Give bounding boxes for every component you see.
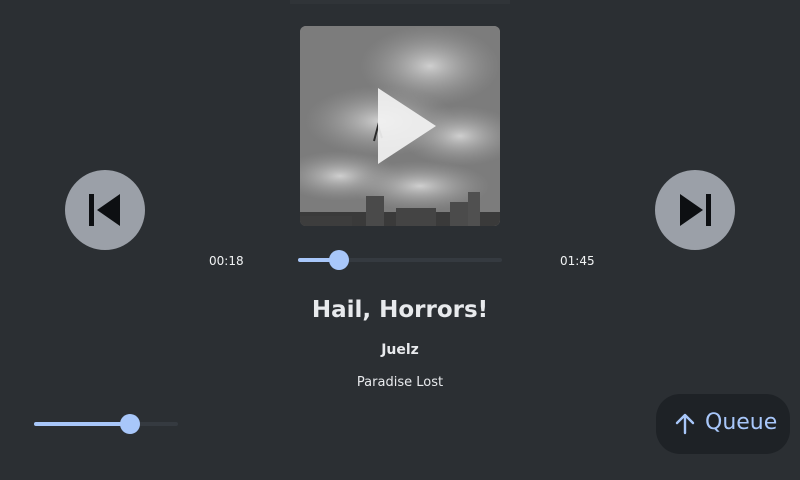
volume-slider[interactable] bbox=[34, 414, 178, 434]
skip-previous-icon bbox=[89, 194, 120, 226]
total-time: 01:45 bbox=[560, 254, 595, 268]
skip-next-icon bbox=[680, 194, 711, 226]
progress-thumb[interactable] bbox=[329, 250, 349, 270]
queue-button[interactable]: Queue bbox=[656, 394, 790, 454]
previous-track-button[interactable] bbox=[65, 170, 145, 250]
queue-label: Queue bbox=[705, 410, 778, 435]
track-title: Hail, Horrors! bbox=[311, 297, 489, 323]
album-art bbox=[300, 26, 500, 226]
elapsed-time: 00:18 bbox=[209, 254, 244, 268]
next-track-button[interactable] bbox=[655, 170, 735, 250]
progress-slider[interactable] bbox=[298, 250, 502, 270]
album-name: Paradise Lost bbox=[356, 375, 444, 390]
volume-fill bbox=[34, 422, 130, 426]
artist-name: Juelz bbox=[381, 342, 419, 358]
arrow-up-icon bbox=[675, 413, 695, 435]
play-button[interactable] bbox=[300, 26, 500, 226]
volume-thumb[interactable] bbox=[120, 414, 140, 434]
top-edge-hint bbox=[290, 0, 510, 4]
play-icon bbox=[378, 88, 436, 164]
